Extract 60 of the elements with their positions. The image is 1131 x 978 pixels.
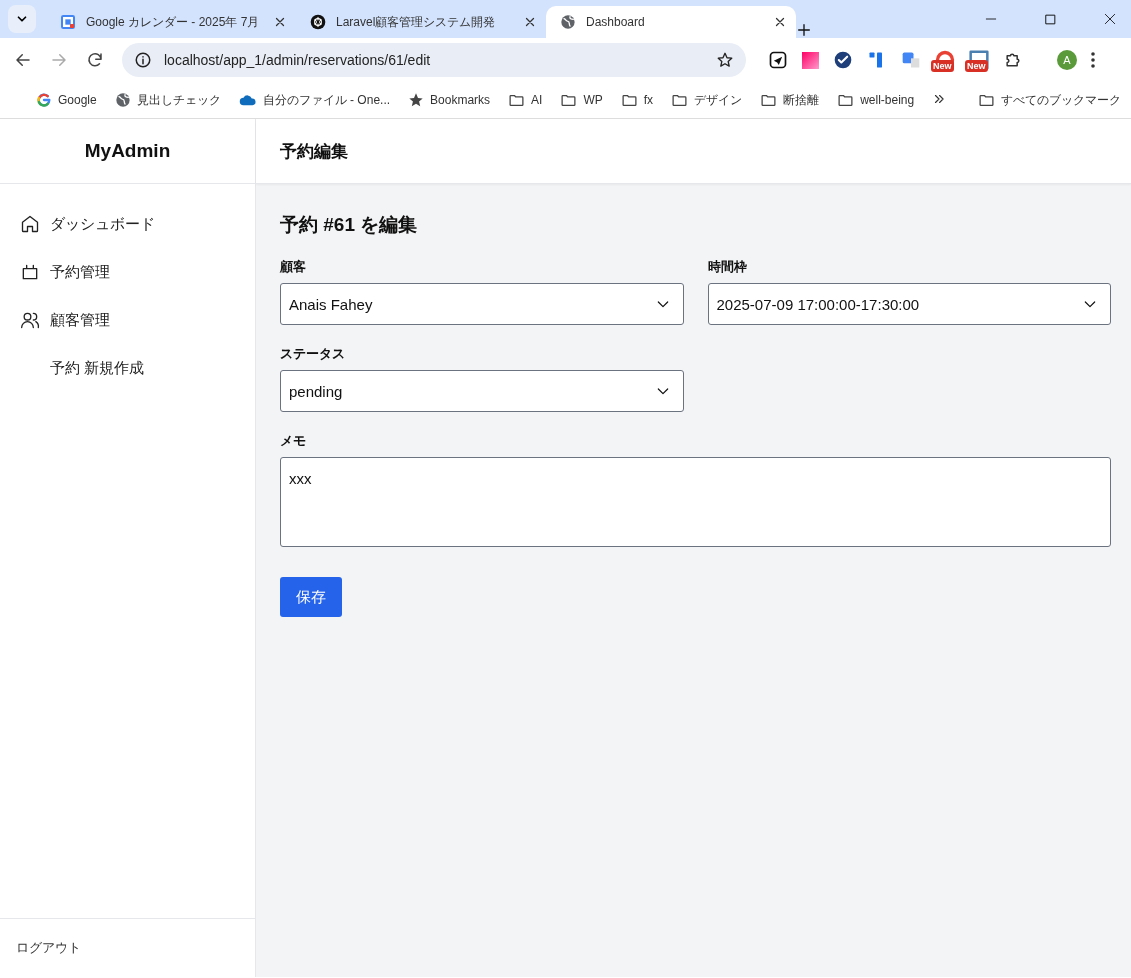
bookmark[interactable]: 断捨離 [783,91,820,109]
reload-icon [86,51,104,69]
close-icon [274,16,286,28]
maximize-icon [1044,12,1057,26]
field-label: 時間枠 [707,258,748,276]
select-field[interactable]: 2025-07-09 17:00:00-17:30:00 [707,283,1111,325]
select-field[interactable]: Anais Fahey [280,283,684,325]
check-circle-icon [833,50,853,70]
new-badge: New [965,60,988,72]
google-icon [36,92,52,108]
bookmark[interactable]: 見出しチェック [136,91,221,109]
star-outline-icon [716,51,734,69]
forward-icon [50,51,68,69]
globe-icon [560,14,576,30]
field-label: メモ [280,432,307,450]
basket-icon [20,262,40,282]
paper-plane-icon [768,50,788,70]
new-badge: New [931,60,954,72]
bookmark[interactable]: 自分のファイル - One... [262,91,391,109]
star-icon [408,92,425,108]
calendar-icon [60,14,76,30]
logout-link[interactable]: ログアウト [16,940,81,955]
all-bookmarks[interactable]: すべてのブックマーク [1001,91,1122,109]
bookmark[interactable]: WP [583,93,603,107]
sidebar-item[interactable]: 予約管理 [50,262,110,282]
home-icon [20,214,40,234]
info-icon [134,51,152,69]
browser-tab[interactable]: Laravel顧客管理システム開発 [296,6,546,38]
close-icon [774,16,786,28]
address-bar[interactable]: localhost/app_1/admin/reservations/61/edit [122,43,746,77]
sidebar-item[interactable]: 予約 新規作成 [50,358,145,378]
select-field[interactable]: pending [280,370,684,412]
more-vertical-icon[interactable] [1091,52,1095,68]
brand-name: MyAdmin [84,140,171,162]
close-icon [524,16,536,28]
bookmark[interactable]: Bookmarks [430,93,491,107]
page-title: 予約編集 [280,140,348,163]
translate-icon [901,50,921,70]
users-icon [20,310,40,330]
field-label: ステータス [280,345,346,363]
tab-search-button[interactable] [8,5,36,33]
sidebar-item[interactable]: ダッシュボード [50,214,155,234]
field-label: 顧客 [280,258,307,276]
bookmark[interactable]: fx [643,93,654,107]
new-tab-icon [796,22,812,38]
browser-tab[interactable]: Dashboard [546,6,796,38]
globe-icon [114,92,131,108]
close-icon [1103,12,1117,26]
bookmark[interactable]: Google [58,93,97,107]
memo-field[interactable]: xxx [280,457,1111,547]
bookmark[interactable]: AI [531,93,543,107]
swirl-icon [310,14,326,30]
bookmark[interactable]: デザイン [694,91,743,109]
bookmark[interactable]: well-being [860,93,915,107]
browser-tab[interactable]: Google カレンダー - 2025年 7月 [46,6,296,38]
back-icon [14,51,32,69]
sidebar-item[interactable]: 顧客管理 [50,310,110,330]
save-button[interactable]: 保存 [280,577,342,617]
gradient-square-icon[interactable] [802,51,819,69]
form-heading: 予約 #61 を編集 [280,213,419,237]
